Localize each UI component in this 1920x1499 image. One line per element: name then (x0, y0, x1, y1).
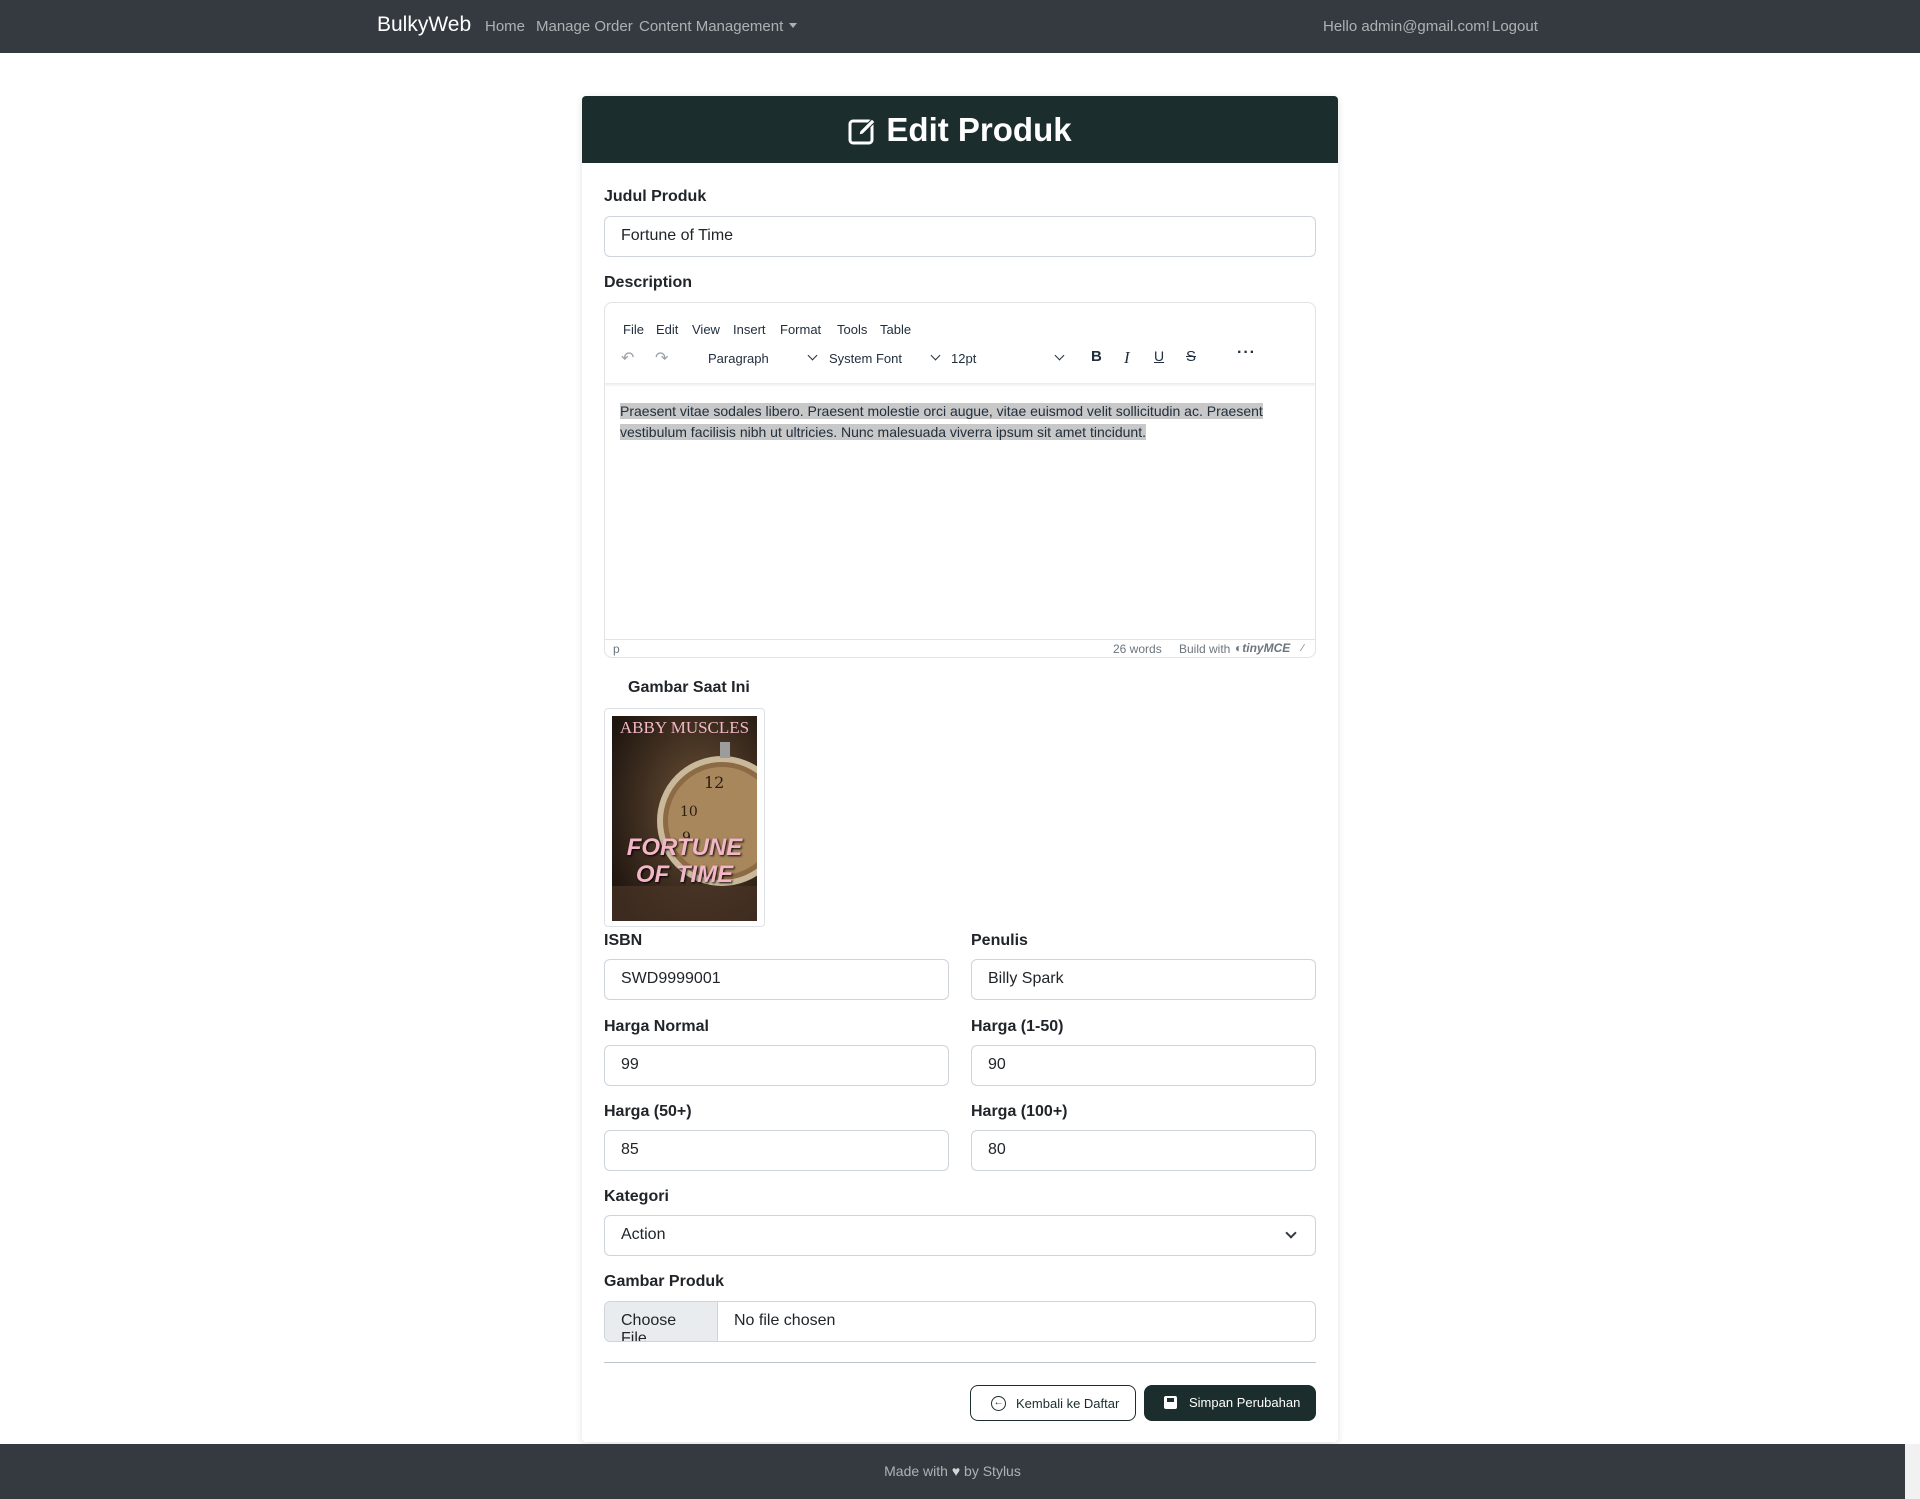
font-size-select[interactable]: 12pt (951, 346, 1065, 372)
edit-product-card: Edit Produk Judul Produk Fortune of Time… (582, 96, 1338, 1442)
footer-prefix: Made with (884, 1463, 948, 1479)
isbn-input[interactable]: SWD9999001 (604, 959, 949, 1000)
cover-art: 12 10 9 (612, 716, 757, 921)
back-to-list-label: Kembali ke Daftar (1016, 1396, 1120, 1411)
menu-view[interactable]: View (692, 322, 720, 337)
save-changes-label: Simpan Perubahan (1189, 1395, 1301, 1410)
file-input[interactable]: Choose File No file chosen (604, 1301, 1316, 1342)
nav-home[interactable]: Home (485, 18, 525, 35)
undo-icon[interactable]: ↶ (621, 348, 634, 368)
divider (604, 1362, 1316, 1363)
scrollbar[interactable] (1905, 1444, 1920, 1499)
block-format-value: Paragraph (708, 351, 769, 366)
tinymce-brand: tinyMCE (1242, 641, 1291, 655)
more-icon[interactable]: ··· (1237, 344, 1256, 362)
font-family-value: System Font (829, 351, 902, 366)
page-title: Edit Produk (886, 111, 1072, 148)
svg-text:12: 12 (704, 773, 724, 792)
cover-title: FORTUNE OF TIME (612, 834, 757, 888)
description-label: Description (604, 274, 693, 291)
footer: Made with ♥ by Stylus (0, 1444, 1905, 1499)
edit-icon (848, 118, 877, 145)
editor-statusbar: p 26 words Build with ◐tinyMCE ∕ (605, 639, 1315, 657)
resize-handle-icon[interactable]: ∕ (1302, 643, 1304, 654)
cover-author: ABBY MUSCLES (619, 718, 750, 737)
tinymce-logo[interactable]: ◐tinyMCE (1235, 641, 1290, 655)
block-format-select[interactable]: Paragraph (708, 346, 818, 372)
navbar: BulkyWeb Home Manage Order Content Manag… (0, 0, 1920, 53)
file-status: No file chosen (734, 1312, 836, 1329)
harga-100-input[interactable]: 80 (971, 1130, 1316, 1171)
harga-100-label: Harga (100+) (971, 1103, 1068, 1120)
choose-file-button[interactable]: Choose File (605, 1302, 718, 1341)
harga-1-50-input[interactable]: 90 (971, 1045, 1316, 1086)
toolbar-divider (605, 383, 1315, 387)
redo-icon[interactable]: ↷ (655, 348, 668, 368)
underline-icon[interactable]: U (1154, 348, 1164, 364)
save-changes-button[interactable]: Simpan Perubahan (1144, 1385, 1316, 1421)
harga-50-label: Harga (50+) (604, 1103, 692, 1120)
editor-content[interactable]: Praesent vitae sodales libero. Praesent … (620, 401, 1300, 443)
menu-edit[interactable]: Edit (656, 322, 678, 337)
nav-greeting[interactable]: Hello admin@gmail.com! (1323, 18, 1490, 35)
arrow-left-circle-icon: ← (991, 1396, 1006, 1411)
card-header: Edit Produk (582, 96, 1338, 163)
font-family-select[interactable]: System Font (829, 346, 941, 372)
kategori-select[interactable]: Action (604, 1215, 1316, 1256)
heart-icon: ♥ (951, 1463, 961, 1479)
penulis-label: Penulis (971, 932, 1028, 949)
back-to-list-button[interactable]: ← Kembali ke Daftar (970, 1385, 1136, 1421)
build-with-text: Build with (1179, 642, 1231, 656)
brand-link[interactable]: BulkyWeb (377, 13, 471, 37)
cover-title-line1: FORTUNE (626, 834, 743, 861)
strikethrough-icon[interactable]: S (1186, 348, 1196, 365)
save-icon (1164, 1396, 1177, 1409)
harga-1-50-label: Harga (1-50) (971, 1018, 1064, 1035)
font-size-value: 12pt (951, 351, 977, 366)
nav-logout[interactable]: Logout (1492, 18, 1538, 35)
nav-content-management[interactable]: Content Management (639, 18, 798, 35)
word-count[interactable]: 26 words (1113, 642, 1162, 656)
kategori-label: Kategori (604, 1188, 669, 1205)
caret-down-icon (789, 23, 798, 28)
italic-icon[interactable]: I (1124, 348, 1130, 368)
footer-suffix: by Stylus (964, 1463, 1021, 1479)
chevron-down-icon (1054, 350, 1065, 361)
current-image-label: Gambar Saat Ini (628, 679, 750, 696)
menu-table[interactable]: Table (880, 322, 911, 337)
svg-text:10: 10 (680, 804, 698, 820)
chevron-down-icon (930, 350, 941, 361)
harga-50-input[interactable]: 85 (604, 1130, 949, 1171)
judul-label: Judul Produk (604, 188, 707, 205)
element-path[interactable]: p (613, 642, 620, 656)
kategori-value: Action (621, 1226, 666, 1243)
harga-normal-input[interactable]: 99 (604, 1045, 949, 1086)
nav-manage-order[interactable]: Manage Order (536, 18, 633, 35)
nav-content-management-label: Content Management (639, 18, 784, 35)
menu-tools[interactable]: Tools (837, 322, 867, 337)
book-cover-image: 12 10 9 ABBY MUSCLES FORTUNE OF TIME (612, 716, 757, 921)
isbn-label: ISBN (604, 932, 643, 949)
penulis-input[interactable]: Billy Spark (971, 959, 1316, 1000)
chevron-down-icon (1285, 1227, 1297, 1239)
menu-insert[interactable]: Insert (733, 322, 766, 337)
gambar-produk-label: Gambar Produk (604, 1273, 725, 1290)
current-image-frame: 12 10 9 ABBY MUSCLES FORTUNE OF TIME (604, 708, 765, 927)
rich-text-editor: File Edit View Insert Format Tools Table… (604, 302, 1316, 658)
bold-icon[interactable]: B (1091, 348, 1102, 365)
chevron-down-icon (807, 350, 818, 361)
editor-text: Praesent vitae sodales libero. Praesent … (620, 403, 1263, 440)
harga-normal-label: Harga Normal (604, 1018, 709, 1035)
menu-file[interactable]: File (623, 322, 644, 337)
menu-format[interactable]: Format (780, 322, 821, 337)
cover-title-line2: OF TIME (635, 861, 734, 888)
judul-input[interactable]: Fortune of Time (604, 216, 1316, 257)
